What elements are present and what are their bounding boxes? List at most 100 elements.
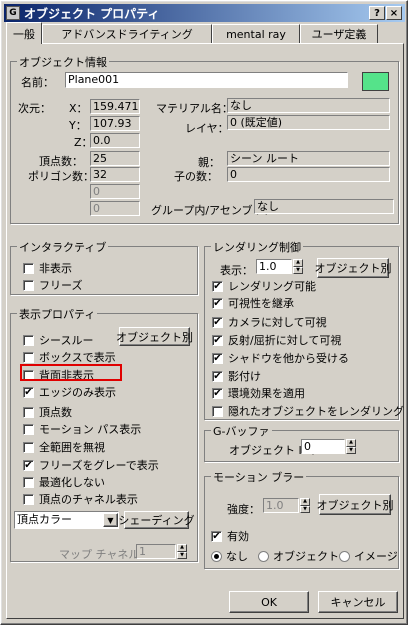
inherit-visibility-checkbox[interactable]: ✔ 可視性を継承 [212, 295, 294, 311]
checkbox-box[interactable]: ✔ [212, 370, 223, 382]
display-by-object-button[interactable]: オブジェクト別 [116, 327, 193, 346]
checkbox-box[interactable] [23, 406, 34, 418]
renderable-checkbox[interactable]: ✔ レンダリング可能 [212, 278, 316, 294]
never-degrade-label: 最適化しない [39, 476, 105, 489]
checkbox-box[interactable]: ✔ [212, 352, 223, 364]
cast-shadows-checkbox[interactable]: ✔ 影付け [212, 368, 261, 384]
radio-image-label: イメージ [354, 550, 398, 563]
shading-button[interactable]: シェーディング [118, 511, 195, 529]
checkbox-box[interactable]: ✔ [23, 386, 34, 398]
checkbox-box[interactable] [23, 279, 34, 291]
visible-to-camera-checkbox[interactable]: ✔ カメラに対して可視 [212, 314, 327, 330]
radio-image[interactable]: イメージ [339, 548, 398, 564]
checkbox-box[interactable]: ✔ [212, 387, 223, 399]
map-channel-input[interactable]: 1 [136, 544, 176, 559]
polygons-label: ポリゴン数： [28, 170, 94, 183]
rendering-control-title: レンダリング制御 [211, 239, 303, 255]
checkbox-box[interactable]: ✔ [212, 280, 223, 292]
strength-input[interactable]: 1.0 [263, 498, 299, 513]
vertices-label: 頂点数： [39, 155, 83, 168]
checkbox-box[interactable] [23, 423, 34, 435]
edges-only-checkbox[interactable]: ✔ エッジのみ表示 [23, 384, 116, 400]
y-label: Y： [69, 119, 87, 132]
checkbox-box[interactable]: ✔ [211, 530, 222, 542]
checkbox-box[interactable]: ✔ [23, 459, 34, 471]
visible-reflect-checkbox[interactable]: ✔ 反射/屈折に対して可視 [212, 332, 341, 348]
render-by-object-button[interactable]: オブジェクト別 [315, 258, 392, 278]
motion-blur-title: モーション ブラー [211, 469, 307, 485]
object-color-swatch[interactable] [362, 72, 389, 91]
children-label: 子の数： [174, 170, 218, 183]
motion-path-label: モーション パス表示 [39, 423, 142, 436]
radio-object[interactable]: オブジェクト [258, 548, 339, 564]
checkbox-box[interactable] [23, 334, 34, 346]
object-id-spinner[interactable]: ▲ ▼ [346, 439, 356, 454]
x-value: 159.471 [90, 99, 140, 114]
checkbox-box[interactable]: ✔ [212, 297, 223, 309]
cast-shadows-label: 影付け [228, 370, 261, 383]
vertex-channel-checkbox[interactable]: 頂点のチャネル表示 [23, 491, 138, 507]
checkbox-box[interactable] [212, 405, 223, 417]
render-occluded-label: 隠れたオブジェクトをレンダリング [228, 405, 404, 418]
strength-label: 強度： [227, 503, 260, 516]
hide-checkbox[interactable]: 非表示 [23, 260, 72, 276]
radio-none[interactable]: なし [211, 548, 248, 564]
radio-button[interactable] [211, 550, 222, 562]
tab-user-defined[interactable]: ユーザ定義 [300, 24, 378, 43]
checkbox-box[interactable] [23, 493, 34, 505]
vertex-ticks-checkbox[interactable]: 頂点数 [23, 404, 72, 420]
tab-advanced-lighting[interactable]: アドバンスドライティング [42, 24, 212, 43]
see-through-label: シースルー [39, 334, 94, 347]
apply-atmospherics-label: 環境効果を適用 [228, 387, 305, 400]
checkbox-box[interactable] [23, 441, 34, 453]
render-occluded-checkbox[interactable]: 隠れたオブジェクトをレンダリング [212, 403, 404, 419]
visible-to-camera-label: カメラに対して可視 [228, 316, 327, 329]
see-through-checkbox[interactable]: シースルー [23, 332, 93, 348]
visibility-spinner[interactable]: ▲ ▼ [293, 259, 303, 274]
help-button[interactable]: ? [369, 6, 385, 20]
object-id-input[interactable]: 0 [301, 439, 345, 454]
ignore-extents-label: 全範囲を無視 [39, 441, 105, 454]
visibility-input[interactable]: 1.0 [256, 259, 292, 274]
checkbox-box[interactable]: ✔ [212, 316, 223, 328]
map-channel-spinner[interactable]: ▲ ▼ [177, 544, 187, 559]
cancel-button[interactable]: キャンセル [318, 591, 398, 613]
strength-spinner[interactable]: ▲ ▼ [300, 498, 310, 513]
gbuffer-title: G-バッファ [211, 423, 272, 439]
chevron-down-icon[interactable]: ▼ [103, 513, 118, 527]
material-label: マテリアル名： [156, 102, 233, 115]
never-degrade-checkbox[interactable]: 最適化しない [23, 474, 105, 490]
receive-shadows-checkbox[interactable]: ✔ シャドウを他から受ける [212, 350, 349, 366]
inherit-visibility-label: 可視性を継承 [228, 297, 294, 310]
show-frozen-gray-checkbox[interactable]: ✔ フリーズをグレーで表示 [23, 457, 159, 473]
dimensions-label: 次元： [18, 102, 51, 115]
radio-button[interactable] [258, 550, 269, 562]
highlight-box [20, 364, 122, 381]
tab-general[interactable]: 一般 [6, 22, 42, 44]
checkbox-box[interactable] [23, 476, 34, 488]
checkbox-box[interactable] [23, 262, 34, 274]
layer-label: レイヤ： [185, 122, 229, 135]
display-as-box-checkbox[interactable]: ボックスで表示 [23, 349, 116, 365]
motion-blur-enabled-checkbox[interactable]: ✔ 有効 [211, 528, 249, 544]
name-input[interactable]: Plane001 [65, 72, 348, 88]
radio-none-label: なし [226, 550, 248, 563]
radio-button[interactable] [339, 550, 350, 562]
group-assembly-value: なし [254, 199, 394, 214]
tab-mental-ray[interactable]: mental ray [212, 24, 300, 43]
ok-button[interactable]: OK [229, 591, 309, 613]
close-button[interactable]: × [386, 6, 402, 20]
blank-value-1: 0 [90, 184, 140, 199]
display-as-box-label: ボックスで表示 [39, 351, 116, 364]
vertex-channel-label: 頂点のチャネル表示 [39, 493, 138, 506]
freeze-label: フリーズ [39, 279, 83, 292]
title-bar: G オブジェクト プロパティ ? × [4, 4, 405, 22]
motion-blur-by-object-button[interactable]: オブジェクト別 [317, 494, 394, 515]
display-properties-title: 表示プロパティ [17, 306, 98, 322]
ignore-extents-checkbox[interactable]: 全範囲を無視 [23, 439, 105, 455]
motion-path-checkbox[interactable]: モーション パス表示 [23, 421, 141, 437]
checkbox-box[interactable]: ✔ [212, 334, 223, 346]
freeze-checkbox[interactable]: フリーズ [23, 277, 82, 293]
checkbox-box[interactable] [23, 351, 34, 363]
apply-atmospherics-checkbox[interactable]: ✔ 環境効果を適用 [212, 385, 305, 401]
